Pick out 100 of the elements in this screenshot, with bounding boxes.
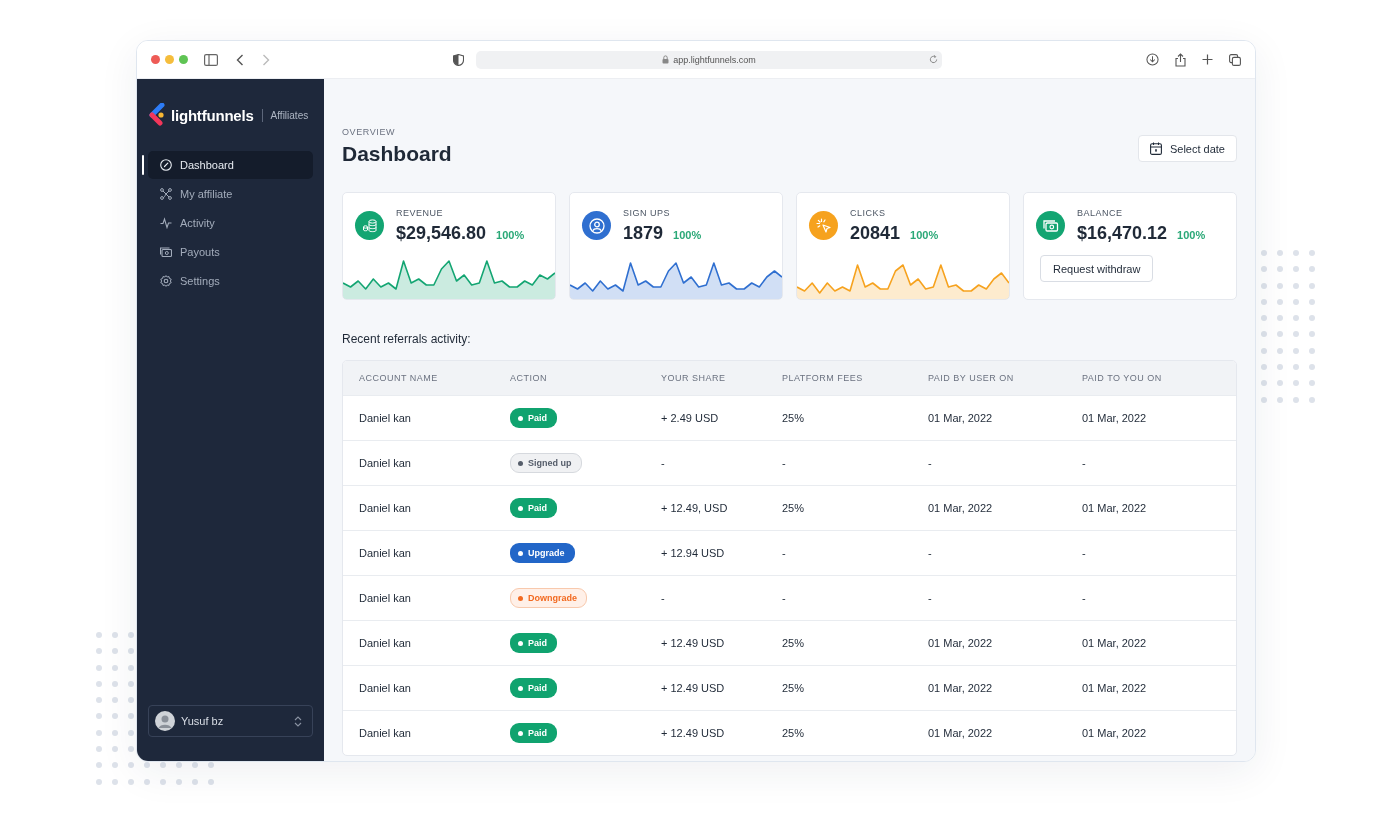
table-cell: + 12.49 USD [661,727,725,739]
table-cell: 01 Mar, 2022 [1082,412,1147,424]
table-cell: - [1082,547,1086,559]
table-cell: 01 Mar, 2022 [928,682,993,694]
table-cell: 25% [782,682,805,694]
stat-value: $16,470.12 [1077,223,1168,244]
table-cell: - [661,592,665,604]
logo-icon [149,103,167,127]
download-icon[interactable] [1146,53,1159,66]
calendar-icon [1149,142,1162,155]
status-badge: Paid [510,498,557,518]
table-cell: - [928,592,932,604]
select-date-button[interactable]: Select date [1137,135,1237,162]
table-cell: - [1082,457,1086,469]
page-eyebrow: OVERVIEW [342,127,397,137]
table-cell: 25% [782,727,805,739]
stat-label: CLICKS [850,208,887,218]
table-cell: 25% [782,502,805,514]
stat-change: 100% [673,229,702,241]
reload-icon[interactable] [929,55,938,64]
stat-value: 1879 [623,223,664,244]
nav-item[interactable]: Dashboard [148,151,313,179]
table-cell: - [782,592,786,604]
table-cell: Daniel kan [359,727,411,739]
table-cell: + 12.49 USD [661,682,725,694]
table-cell: - [1082,592,1086,604]
column-header: PLATFORM FEES [782,373,864,383]
active-indicator [142,155,144,175]
column-header: ACCOUNT NAME [359,373,439,383]
table-cell: 01 Mar, 2022 [928,412,993,424]
url-text: app.lightfunnels.com [673,54,756,65]
table-cell: Daniel kan [359,412,411,424]
table-cell: + 12.94 USD [661,547,725,559]
table-cell: 01 Mar, 2022 [928,727,993,739]
cash-icon [160,246,172,258]
status-badge: Paid [510,723,557,743]
minimize-dot[interactable] [165,55,174,64]
chevron-updown-icon [294,715,302,727]
status-badge: Upgrade [510,543,575,563]
table-cell: Daniel kan [359,457,411,469]
stat-change: 100% [910,229,939,241]
user-selector[interactable]: Yusuf bz [148,705,313,737]
status-badge: Paid [510,678,557,698]
table-cell: 01 Mar, 2022 [1082,637,1147,649]
nav-item[interactable]: Settings [148,267,313,295]
table-cell: + 2.49 USD [661,412,719,424]
stat-label: REVENUE [396,208,444,218]
table-cell: 01 Mar, 2022 [928,637,993,649]
share-icon[interactable] [1175,52,1186,67]
table-cell: Daniel kan [359,592,411,604]
plus-icon[interactable] [1202,54,1213,65]
brand-name: lightfunnels [171,106,254,124]
column-header: ACTION [510,373,548,383]
status-badge: Signed up [510,453,582,473]
maximize-dot[interactable] [179,55,188,64]
table-cell: + 12.49, USD [661,502,728,514]
gauge-icon [160,159,172,171]
table-cell: 01 Mar, 2022 [928,502,993,514]
settings-icon [160,275,172,287]
cursor-click-icon [815,217,832,234]
back-icon[interactable] [236,53,244,66]
table-cell: Daniel kan [359,502,411,514]
table-cell: 25% [782,412,805,424]
table-cell: 01 Mar, 2022 [1082,502,1147,514]
avatar-icon [155,711,175,731]
cash-icon [1042,217,1059,234]
table-cell: 01 Mar, 2022 [1082,682,1147,694]
table-cell: Daniel kan [359,547,411,559]
table-cell: Daniel kan [359,682,411,694]
request-withdraw-button[interactable]: Request withdraw [1040,255,1154,282]
status-badge: Paid [510,408,557,428]
table-cell: - [928,457,932,469]
stat-change: 100% [1177,229,1206,241]
stat-change: 100% [496,229,525,241]
lock-icon [662,55,670,64]
nav-item[interactable]: Activity [148,209,313,237]
nav-item[interactable]: My affiliate [148,180,313,208]
table-cell: - [928,547,932,559]
address-bar[interactable]: app.lightfunnels.com [476,50,942,69]
stat-label: BALANCE [1077,208,1124,218]
table-cell: Daniel kan [359,637,411,649]
shield-icon[interactable] [453,53,464,66]
table-cell: 25% [782,637,805,649]
column-header: PAID BY USER ON [928,373,1015,383]
table-cell: - [661,457,665,469]
page-title: Dashboard [342,142,452,166]
coins-icon [361,217,378,234]
table-cell: - [782,457,786,469]
table-cell: 01 Mar, 2022 [1082,727,1147,739]
close-dot[interactable] [151,55,160,64]
sidebar-icon[interactable] [204,53,218,66]
section-title: Recent referrals activity: [342,332,472,346]
network-icon [160,188,172,200]
column-header: YOUR SHARE [661,373,727,383]
tabs-icon[interactable] [1229,53,1241,66]
user-icon [588,217,605,234]
brand-section: Affiliates [270,109,309,121]
stat-value: $29,546.80 [396,223,487,244]
nav-item[interactable]: Payouts [148,238,313,266]
pulse-icon [160,217,172,229]
